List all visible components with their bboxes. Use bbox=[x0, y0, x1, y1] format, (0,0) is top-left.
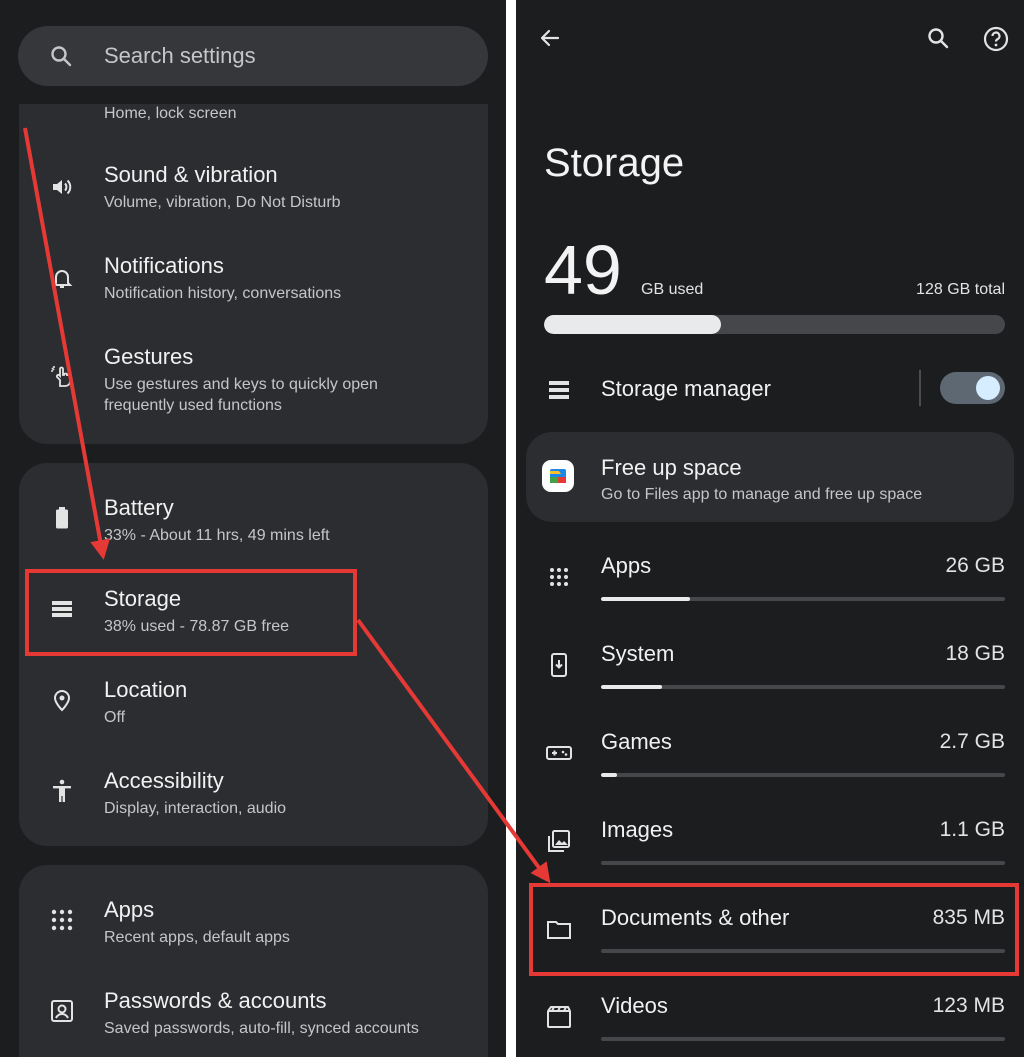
settings-item-subtitle: Recent apps, default apps bbox=[104, 929, 290, 946]
settings-item-title: Sound & vibration bbox=[104, 162, 278, 187]
category-name: Apps bbox=[601, 553, 652, 578]
help-icon[interactable] bbox=[983, 26, 1009, 52]
location-pin-icon bbox=[49, 687, 75, 713]
category-bar-fill bbox=[601, 597, 690, 601]
category-bar bbox=[601, 949, 1005, 953]
category-name: Games bbox=[601, 729, 672, 754]
category-name: Documents & other bbox=[601, 905, 790, 930]
settings-item-subtitle: Display, interaction, audio bbox=[104, 800, 287, 817]
photo-library-icon bbox=[546, 828, 572, 854]
category-videos[interactable]: Videos 123 MB bbox=[516, 980, 1024, 1057]
settings-item-accessibility[interactable]: Accessibility Display, interaction, audi… bbox=[19, 746, 488, 836]
free-up-space-card[interactable]: Free up space Go to Files app to manage … bbox=[526, 432, 1014, 522]
category-bar bbox=[601, 773, 1005, 777]
category-bar bbox=[601, 1037, 1005, 1041]
settings-item-title: Apps bbox=[104, 897, 155, 922]
system-update-icon bbox=[546, 652, 572, 678]
category-size: 2.7 GB bbox=[939, 730, 1005, 753]
storage-manager-label: Storage manager bbox=[601, 376, 771, 401]
settings-item-subtitle-line2: frequently used functions bbox=[104, 397, 282, 414]
back-arrow-icon[interactable] bbox=[538, 26, 562, 50]
battery-icon bbox=[49, 505, 75, 531]
storage-total: 128 GB total bbox=[916, 281, 1005, 298]
gamepad-icon bbox=[546, 740, 572, 766]
settings-panel: Search settings Home, lock screen Sound … bbox=[0, 0, 506, 1057]
wallpaper-subtitle: Home, lock screen bbox=[104, 105, 237, 122]
storage-used-unit: GB used bbox=[641, 281, 704, 298]
storage-icon bbox=[546, 377, 572, 403]
settings-item-apps[interactable]: Apps Recent apps, default apps bbox=[19, 875, 488, 965]
settings-item-title: Notifications bbox=[104, 253, 224, 278]
apps-grid-icon bbox=[49, 907, 75, 933]
category-bar-fill bbox=[601, 773, 618, 777]
files-app-icon bbox=[542, 460, 574, 492]
category-size: 18 GB bbox=[945, 642, 1005, 665]
settings-item-passwords[interactable]: Passwords & accounts Saved passwords, au… bbox=[19, 966, 488, 1056]
apps-grid-icon bbox=[546, 564, 572, 590]
settings-item-notifications[interactable]: Notifications Notification history, conv… bbox=[19, 235, 488, 325]
settings-group-1: Home, lock screen Sound & vibration Volu… bbox=[19, 104, 488, 444]
gesture-hand-icon bbox=[49, 364, 75, 390]
settings-item-sound[interactable]: Sound & vibration Volume, vibration, Do … bbox=[19, 144, 488, 234]
category-name: Images bbox=[601, 817, 674, 842]
settings-item-subtitle: 33% - About 11 hrs, 49 mins left bbox=[104, 527, 330, 544]
settings-item-title: Storage bbox=[104, 586, 182, 611]
settings-item-subtitle: Off bbox=[104, 709, 126, 726]
category-size: 26 GB bbox=[945, 554, 1005, 577]
page-title: Storage bbox=[544, 141, 685, 185]
settings-item-gestures[interactable]: Gestures Use gestures and keys to quickl… bbox=[19, 326, 488, 436]
toggle-thumb bbox=[976, 376, 1000, 400]
bell-icon bbox=[49, 265, 75, 291]
storage-icon bbox=[49, 596, 75, 622]
category-games[interactable]: Games 2.7 GB bbox=[516, 716, 1024, 796]
folder-icon bbox=[546, 916, 572, 942]
settings-item-subtitle: Use gestures and keys to quickly open bbox=[104, 376, 378, 393]
settings-item-subtitle: Saved passwords, auto-fill, synced accou… bbox=[104, 1020, 419, 1037]
settings-group-2: Battery 33% - About 11 hrs, 49 mins left… bbox=[19, 463, 488, 846]
storage-usage-bar bbox=[544, 315, 1005, 334]
accessibility-icon bbox=[49, 778, 75, 804]
free-up-space-title: Free up space bbox=[601, 455, 742, 480]
category-bar bbox=[601, 685, 1005, 689]
category-size: 123 MB bbox=[932, 994, 1005, 1017]
settings-item-subtitle: 38% used - 78.87 GB free bbox=[104, 618, 289, 635]
category-name: Videos bbox=[601, 993, 668, 1018]
movie-icon bbox=[546, 1004, 572, 1030]
category-bar-fill bbox=[601, 685, 662, 689]
category-size: 1.1 GB bbox=[939, 818, 1005, 841]
storage-used-value: 49 bbox=[544, 231, 622, 309]
storage-manager-toggle[interactable] bbox=[940, 372, 1005, 404]
settings-item-subtitle: Notification history, conversations bbox=[104, 285, 342, 302]
divider bbox=[919, 370, 921, 406]
search-bar[interactable]: Search settings bbox=[18, 26, 488, 86]
settings-item-subtitle: Volume, vibration, Do Not Disturb bbox=[104, 194, 341, 211]
search-icon[interactable] bbox=[926, 26, 950, 50]
storage-panel: Storage 49 GB used 128 GB total Storage … bbox=[516, 0, 1024, 1057]
category-name: System bbox=[601, 641, 675, 666]
free-up-space-subtitle: Go to Files app to manage and free up sp… bbox=[601, 486, 923, 503]
category-bar bbox=[601, 597, 1005, 601]
settings-item-title: Passwords & accounts bbox=[104, 988, 327, 1013]
settings-item-title: Battery bbox=[104, 495, 174, 520]
volume-icon bbox=[49, 174, 75, 200]
settings-group-3: Apps Recent apps, default apps Passwords… bbox=[19, 865, 488, 1057]
category-apps[interactable]: Apps 26 GB bbox=[516, 540, 1024, 620]
category-size: 835 MB bbox=[932, 906, 1005, 929]
settings-item-battery[interactable]: Battery 33% - About 11 hrs, 49 mins left bbox=[19, 473, 488, 563]
settings-item-storage[interactable]: Storage 38% used - 78.87 GB free bbox=[19, 564, 488, 654]
category-bar bbox=[601, 861, 1005, 865]
settings-item-title: Gestures bbox=[104, 344, 194, 369]
category-system[interactable]: System 18 GB bbox=[516, 628, 1024, 708]
search-icon[interactable] bbox=[49, 44, 73, 68]
settings-item-location[interactable]: Location Off bbox=[19, 655, 488, 745]
account-box-icon bbox=[49, 998, 75, 1024]
category-images[interactable]: Images 1.1 GB bbox=[516, 804, 1024, 884]
category-documents[interactable]: Documents & other 835 MB bbox=[516, 892, 1024, 972]
settings-item-title: Location bbox=[104, 677, 188, 702]
storage-manager-row[interactable]: Storage manager bbox=[516, 360, 1024, 420]
search-placeholder[interactable]: Search settings bbox=[104, 43, 256, 69]
settings-item-title: Accessibility bbox=[104, 768, 224, 793]
storage-usage-fill bbox=[544, 315, 721, 334]
